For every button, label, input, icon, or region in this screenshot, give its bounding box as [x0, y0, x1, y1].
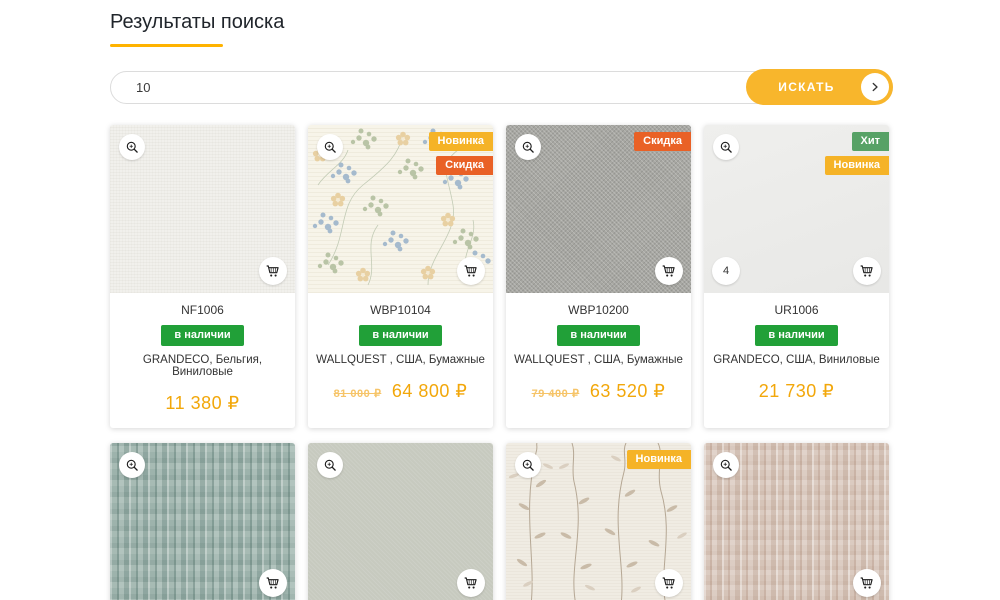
product-image[interactable]: [308, 443, 493, 600]
zoom-in-icon[interactable]: [119, 134, 145, 160]
product-info: WBP10104 в наличии WALLQUEST , США, Бума…: [308, 293, 493, 416]
price-row: 81 000 ₽ 64 800 ₽: [314, 381, 487, 416]
product-sku: UR1006: [710, 303, 883, 317]
product-card-wbp10104[interactable]: Новинка Скидка WBP10104 в наличии WALLQU…: [308, 125, 493, 428]
title-underline: [110, 44, 223, 47]
product-card-nf1006[interactable]: NF1006 в наличии GRANDECO, Бельгия, Вини…: [110, 125, 295, 428]
product-info: WBP10200 в наличии WALLQUEST , США, Бума…: [506, 293, 691, 416]
badge-stack: Новинка Скидка: [429, 132, 493, 180]
zoom-in-icon[interactable]: [317, 134, 343, 160]
product-brand: WALLQUEST , США, Бумажные: [512, 354, 685, 366]
stock-badge: в наличии: [755, 325, 837, 346]
product-price: 63 520 ₽: [590, 381, 666, 401]
price-row: 11 380 ₽: [116, 393, 289, 428]
cart-icon[interactable]: [853, 257, 881, 285]
product-image[interactable]: [110, 443, 295, 600]
stock-badge: в наличии: [161, 325, 243, 346]
page-title: Результаты поиска: [110, 11, 284, 34]
product-card-ur1105[interactable]: UR1105 в наличии: [704, 443, 889, 600]
badge-stack: Новинка: [627, 450, 691, 474]
zoom-in-icon[interactable]: [119, 452, 145, 478]
badge-new: Новинка: [627, 450, 691, 469]
badge-hit: Хит: [852, 132, 890, 151]
cart-icon[interactable]: [259, 569, 287, 597]
stock-badge: в наличии: [359, 325, 441, 346]
product-brand: GRANDECO, Бельгия, Виниловые: [116, 354, 289, 378]
product-card-ur1002[interactable]: UR1002 в наличии: [308, 443, 493, 600]
product-image[interactable]: Хит Новинка 4: [704, 125, 889, 293]
product-sku: NF1006: [116, 303, 289, 317]
cart-icon[interactable]: [655, 569, 683, 597]
product-image[interactable]: [704, 443, 889, 600]
product-card-nf3106[interactable]: Новинка NF3106 в наличии: [506, 443, 691, 600]
zoom-in-icon[interactable]: [713, 452, 739, 478]
product-price: 64 800 ₽: [392, 381, 468, 401]
product-card-ur1102[interactable]: UR1102 в наличии: [110, 443, 295, 600]
price-row: 21 730 ₽: [710, 381, 883, 416]
chevron-right-icon: [861, 73, 889, 101]
product-image[interactable]: Новинка: [506, 443, 691, 600]
zoom-in-icon[interactable]: [317, 452, 343, 478]
product-info: NF1006 в наличии GRANDECO, Бельгия, Вини…: [110, 293, 295, 428]
search-button[interactable]: ИСКАТЬ: [746, 69, 893, 105]
zoom-in-icon[interactable]: [515, 452, 541, 478]
product-card-ur1006[interactable]: Хит Новинка 4 UR1006 в наличии GRANDECO,…: [704, 125, 889, 428]
product-image[interactable]: [110, 125, 295, 293]
zoom-in-icon[interactable]: [713, 134, 739, 160]
product-image[interactable]: Новинка Скидка: [308, 125, 493, 293]
cart-quantity-badge: 4: [712, 257, 740, 285]
product-brand: WALLQUEST , США, Бумажные: [314, 354, 487, 366]
cart-icon[interactable]: [655, 257, 683, 285]
product-brand: GRANDECO, США, Виниловые: [710, 354, 883, 366]
stock-badge: в наличии: [557, 325, 639, 346]
product-image[interactable]: Скидка: [506, 125, 691, 293]
search-bar: ИСКАТЬ: [110, 69, 893, 105]
cart-icon[interactable]: [457, 569, 485, 597]
cart-icon[interactable]: [259, 257, 287, 285]
product-old-price: 81 000 ₽: [334, 388, 382, 400]
product-row-1: NF1006 в наличии GRANDECO, Бельгия, Вини…: [110, 125, 893, 428]
badge-new: Новинка: [825, 156, 889, 175]
product-sku: WBP10104: [314, 303, 487, 317]
search-results-page: Результаты поиска ИСКАТЬ: [0, 0, 1000, 600]
cart-icon[interactable]: [457, 257, 485, 285]
badge-sale: Скидка: [634, 132, 691, 151]
badge-stack: Скидка: [634, 132, 691, 156]
badge-stack: Хит Новинка: [825, 132, 889, 180]
product-row-2: UR1102 в наличии UR1002 в наличии: [110, 443, 893, 600]
product-price: 21 730 ₽: [759, 381, 835, 401]
price-row: 79 400 ₽ 63 520 ₽: [512, 381, 685, 416]
product-sku: WBP10200: [512, 303, 685, 317]
product-grid: NF1006 в наличии GRANDECO, Бельгия, Вини…: [110, 125, 893, 600]
search-button-label: ИСКАТЬ: [778, 80, 860, 94]
badge-new: Новинка: [429, 132, 493, 151]
cart-icon[interactable]: [853, 569, 881, 597]
product-info: UR1006 в наличии GRANDECO, США, Виниловы…: [704, 293, 889, 416]
zoom-in-icon[interactable]: [515, 134, 541, 160]
product-card-wbp10200[interactable]: Скидка WBP10200 в наличии WALLQUEST , СШ…: [506, 125, 691, 428]
badge-sale: Скидка: [436, 156, 493, 175]
product-price: 11 380 ₽: [165, 393, 239, 413]
product-old-price: 79 400 ₽: [532, 388, 580, 400]
